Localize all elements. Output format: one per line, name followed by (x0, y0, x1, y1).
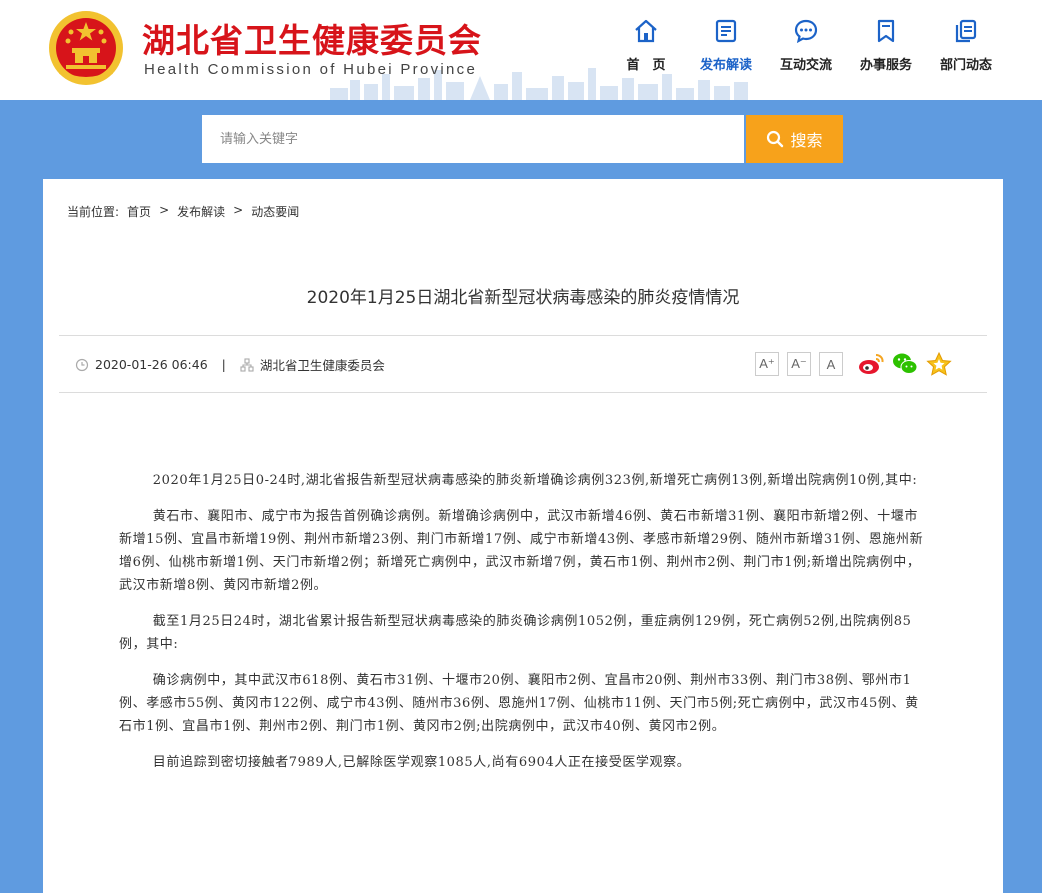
nav-home[interactable]: 首 页 (606, 14, 686, 73)
breadcrumb-separator: > (159, 203, 170, 217)
search-button[interactable]: 搜索 (746, 115, 843, 163)
breadcrumb-releases[interactable]: 发布解读 (177, 203, 225, 220)
font-reset-button[interactable]: A (819, 352, 843, 376)
breadcrumb-prefix: 当前位置: (67, 205, 120, 219)
article-tools: A⁺ A⁻ A (755, 351, 953, 377)
nav-department[interactable]: 部门动态 (926, 14, 1006, 73)
content-panel: 当前位置: 首页 > 发布解读 > 动态要闻 2020年1月25日湖北省新型冠状… (43, 179, 1003, 893)
search-button-label: 搜索 (790, 131, 823, 150)
favorite-star-icon[interactable] (925, 351, 953, 377)
site-title: 湖北省卫生健康委员会 (142, 21, 482, 60)
breadcrumb: 当前位置: 首页 > 发布解读 > 动态要闻 (67, 203, 299, 220)
nav-services-label: 办事服务 (859, 58, 912, 73)
org-chart-icon (240, 357, 254, 372)
wechat-share-icon[interactable] (891, 351, 919, 377)
document-icon (715, 19, 737, 43)
nav-interaction[interactable]: 互动交流 (766, 14, 846, 73)
search-input[interactable] (202, 115, 744, 163)
divider (59, 392, 987, 393)
nav-interaction-label: 互动交流 (779, 58, 832, 73)
article-paragraph: 目前追踪到密切接触者7989人,已解除医学观察1085人,尚有6904人正在接受… (152, 755, 691, 770)
chat-icon (794, 19, 818, 44)
article-body: 2020年1月25日0-24时,湖北省报告新型冠状病毒感染的肺炎新增确诊病例32… (119, 469, 931, 787)
breadcrumb-home[interactable]: 首页 (127, 203, 151, 220)
article-paragraph: 黄石市、襄阳市、咸宁市为报告首例确诊病例。新增确诊病例中，武汉市新增46例、黄石… (119, 509, 924, 593)
article-source: 湖北省卫生健康委员会 (259, 358, 385, 373)
site-subtitle: Health Commission of Hubei Province (144, 61, 478, 78)
font-decrease-button[interactable]: A⁻ (787, 352, 811, 376)
nav-releases[interactable]: 发布解读 (686, 14, 766, 73)
article-date: 2020-01-26 06:46 (95, 357, 208, 372)
national-emblem-logo (49, 11, 123, 85)
breadcrumb-separator: > (233, 203, 244, 217)
font-increase-button[interactable]: A⁺ (755, 352, 779, 376)
bookmark-icon (877, 19, 895, 43)
main-nav: 首 页 发布解读 互动交流 办事服务 部门动态 (606, 14, 1006, 73)
search-icon (767, 130, 784, 148)
nav-releases-label: 发布解读 (699, 58, 752, 73)
divider (59, 335, 987, 336)
article-paragraph: 确诊病例中，其中武汉市618例、黄石市31例、十堰市20例、襄阳市2例、宜昌市2… (119, 673, 919, 734)
nav-department-label: 部门动态 (939, 58, 992, 73)
copy-icon (955, 19, 977, 43)
nav-services[interactable]: 办事服务 (846, 14, 926, 73)
home-icon (635, 19, 657, 43)
clock-icon (75, 358, 89, 371)
article-paragraph: 2020年1月25日0-24时,湖北省报告新型冠状病毒感染的肺炎新增确诊病例32… (152, 473, 918, 488)
site-header: 湖北省卫生健康委员会 Health Commission of Hubei Pr… (0, 0, 1042, 100)
article-title: 2020年1月25日湖北省新型冠状病毒感染的肺炎疫情情况 (306, 288, 740, 308)
article-paragraph: 截至1月25日24时，湖北省累计报告新型冠状病毒感染的肺炎确诊病例1052例，重… (119, 614, 912, 652)
article-meta: 2020-01-26 06:46 | 湖北省卫生健康委员会 (75, 355, 385, 374)
nav-home-label: 首 页 (626, 58, 666, 73)
breadcrumb-news[interactable]: 动态要闻 (251, 203, 299, 220)
weibo-share-icon[interactable] (857, 351, 885, 377)
meta-separator: | (221, 357, 226, 372)
